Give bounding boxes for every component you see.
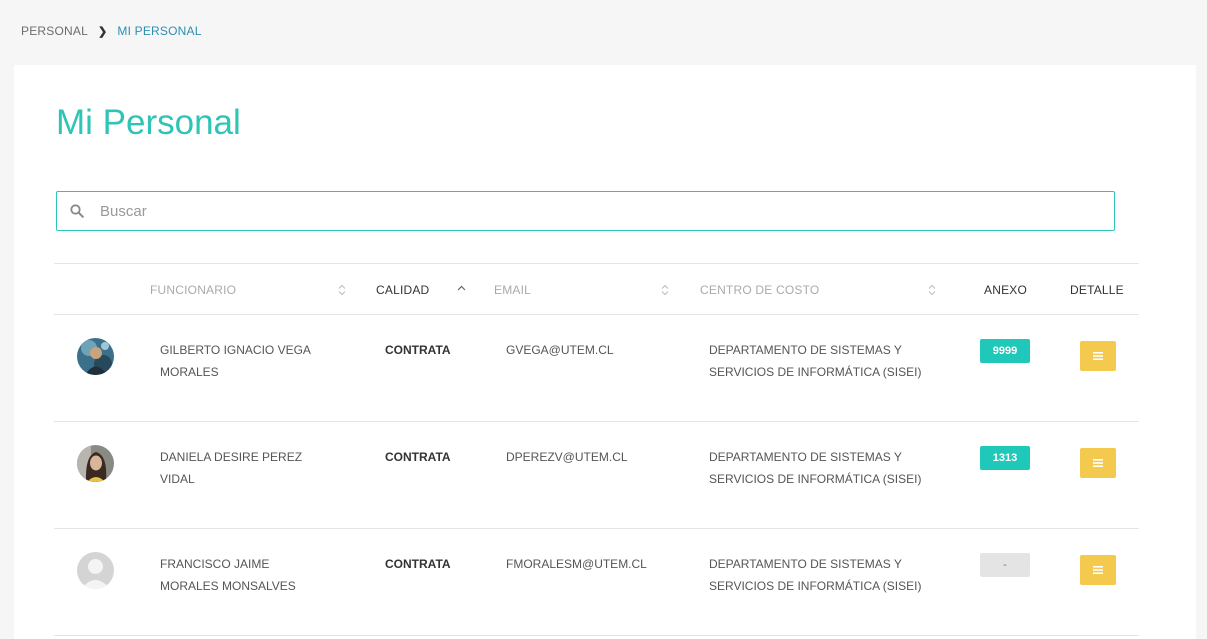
column-header-email[interactable]: EMAIL — [494, 283, 531, 297]
table-row: GILBERTO IGNACIO VEGA MORALES CONTRATA G… — [54, 315, 1139, 422]
column-header-calidad[interactable]: CALIDAD — [376, 283, 429, 297]
table-row: DANIELA DESIRE PEREZ VIDAL CONTRATA DPER… — [54, 422, 1139, 529]
employee-name: FRANCISCO JAIME MORALES MONSALVES — [160, 557, 296, 593]
avatar — [77, 338, 114, 375]
default-avatar-icon — [77, 552, 114, 589]
employee-cost-center: DEPARTAMENTO DE SISTEMAS Y SERVICIOS DE … — [709, 450, 922, 486]
sort-ascending-icon[interactable] — [457, 285, 466, 291]
employee-email: GVEGA@UTEM.CL — [506, 343, 614, 357]
detail-button[interactable] — [1080, 448, 1116, 478]
table-header: FUNCIONARIO CALIDAD EMAIL CENTRO DE COST… — [54, 263, 1139, 315]
personal-table: FUNCIONARIO CALIDAD EMAIL CENTRO DE COST… — [54, 263, 1139, 636]
search-input[interactable] — [98, 201, 1062, 221]
column-header-anexo: ANEXO — [984, 283, 1027, 297]
breadcrumb-current: MI PERSONAL — [117, 24, 202, 38]
page-title: Mi Personal — [56, 103, 241, 142]
chevron-right-icon: ❯ — [97, 25, 108, 38]
employee-name: GILBERTO IGNACIO VEGA MORALES — [160, 343, 311, 379]
content-card: Mi Personal FUNCIONARIO CALIDAD EMAIL — [14, 65, 1196, 639]
employee-calidad: CONTRATA — [385, 557, 451, 571]
breadcrumb: PERSONAL ❯ MI PERSONAL — [21, 24, 202, 38]
breadcrumb-personal-link[interactable]: PERSONAL — [21, 24, 88, 38]
detail-button[interactable] — [1080, 341, 1116, 371]
sort-icon[interactable] — [661, 284, 669, 296]
search-icon — [70, 204, 84, 218]
column-header-label: ANEXO — [984, 283, 1028, 297]
column-header-label: CENTRO DE COSTO — [700, 283, 820, 297]
anexo-badge: 9999 — [980, 339, 1030, 363]
column-header-centro-costo[interactable]: CENTRO DE COSTO — [700, 283, 819, 297]
employee-calidad: CONTRATA — [385, 343, 451, 357]
anexo-badge: 1313 — [980, 446, 1030, 470]
list-icon — [1093, 566, 1103, 574]
sort-icon[interactable] — [928, 284, 936, 296]
employee-cost-center: DEPARTAMENTO DE SISTEMAS Y SERVICIOS DE … — [709, 343, 922, 379]
employee-cost-center: DEPARTAMENTO DE SISTEMAS Y SERVICIOS DE … — [709, 557, 922, 593]
list-icon — [1093, 459, 1103, 467]
column-header-label: CALIDAD — [376, 283, 430, 297]
employee-email: FMORALESM@UTEM.CL — [506, 557, 647, 571]
sort-icon[interactable] — [338, 284, 346, 296]
column-header-label: FUNCIONARIO — [150, 283, 237, 297]
column-header-label: EMAIL — [494, 283, 532, 297]
detail-button[interactable] — [1080, 555, 1116, 585]
search-box[interactable] — [56, 191, 1115, 231]
column-header-label: DETALLE — [1070, 283, 1124, 297]
employee-calidad: CONTRATA — [385, 450, 451, 464]
column-header-detalle: DETALLE — [1070, 283, 1124, 297]
employee-email: DPEREZV@UTEM.CL — [506, 450, 628, 464]
employee-name: DANIELA DESIRE PEREZ VIDAL — [160, 450, 303, 486]
table-row: FRANCISCO JAIME MORALES MONSALVES CONTRA… — [54, 529, 1139, 636]
anexo-badge: - — [980, 553, 1030, 577]
list-icon — [1093, 352, 1103, 360]
avatar — [77, 445, 114, 482]
column-header-funcionario[interactable]: FUNCIONARIO — [150, 283, 236, 297]
